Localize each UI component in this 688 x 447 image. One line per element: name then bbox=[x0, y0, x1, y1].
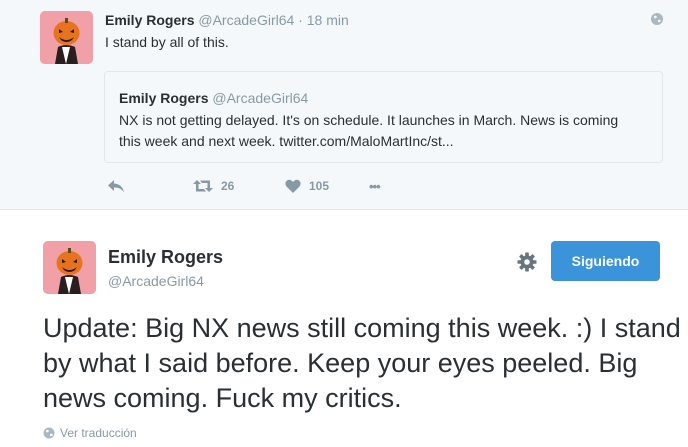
top-tweet-header: Emily Rogers @ArcadeGirl64 · 18 min bbox=[105, 12, 349, 28]
retweet-count: 26 bbox=[221, 179, 235, 193]
like-count: 105 bbox=[309, 179, 330, 193]
pumpkin-avatar-icon bbox=[43, 241, 96, 294]
globe-icon bbox=[651, 13, 663, 25]
top-tweet-avatar[interactable] bbox=[40, 11, 93, 64]
heart-icon bbox=[285, 179, 301, 193]
main-author-handle[interactable]: @ArcadeGirl64 bbox=[108, 273, 204, 289]
retweet-button[interactable]: 26 bbox=[193, 178, 234, 194]
top-tweet[interactable]: Emily Rogers @ArcadeGirl64 · 18 min I st… bbox=[0, 0, 688, 210]
separator: · bbox=[298, 12, 303, 28]
quoted-tweet-header: Emily Rogers @ArcadeGirl64 bbox=[119, 90, 308, 106]
author-name[interactable]: Emily Rogers bbox=[105, 12, 194, 28]
main-author-name[interactable]: Emily Rogers bbox=[108, 247, 223, 268]
reply-button[interactable] bbox=[107, 178, 125, 194]
gear-icon[interactable] bbox=[516, 251, 538, 273]
quoted-tweet-text: NX is not getting delayed. It's on sched… bbox=[119, 112, 619, 149]
quoted-tweet[interactable]: Emily Rogers @ArcadeGirl64 NX is not get… bbox=[104, 71, 663, 163]
retweet-icon bbox=[193, 180, 213, 192]
following-button[interactable]: Siguiendo bbox=[551, 241, 660, 281]
main-tweet-text: Update: Big NX news still coming this we… bbox=[43, 313, 681, 413]
reply-icon bbox=[108, 180, 124, 192]
like-button[interactable]: 105 bbox=[285, 178, 329, 194]
translate-label[interactable]: Ver traducción bbox=[60, 426, 137, 440]
tweet-time[interactable]: 18 min bbox=[307, 12, 349, 28]
translate-globe-icon bbox=[43, 427, 55, 439]
quoted-author-handle: @ArcadeGirl64 bbox=[212, 90, 309, 106]
pumpkin-avatar-icon bbox=[40, 11, 93, 64]
top-tweet-text: I stand by all of this. bbox=[105, 34, 229, 50]
translate-link[interactable]: Ver traducción bbox=[43, 426, 137, 440]
main-tweet-avatar[interactable] bbox=[43, 241, 96, 294]
more-button[interactable]: ••• bbox=[369, 178, 381, 194]
quoted-author-name: Emily Rogers bbox=[119, 90, 209, 106]
author-handle[interactable]: @ArcadeGirl64 bbox=[198, 12, 294, 28]
more-icon: ••• bbox=[369, 178, 381, 194]
